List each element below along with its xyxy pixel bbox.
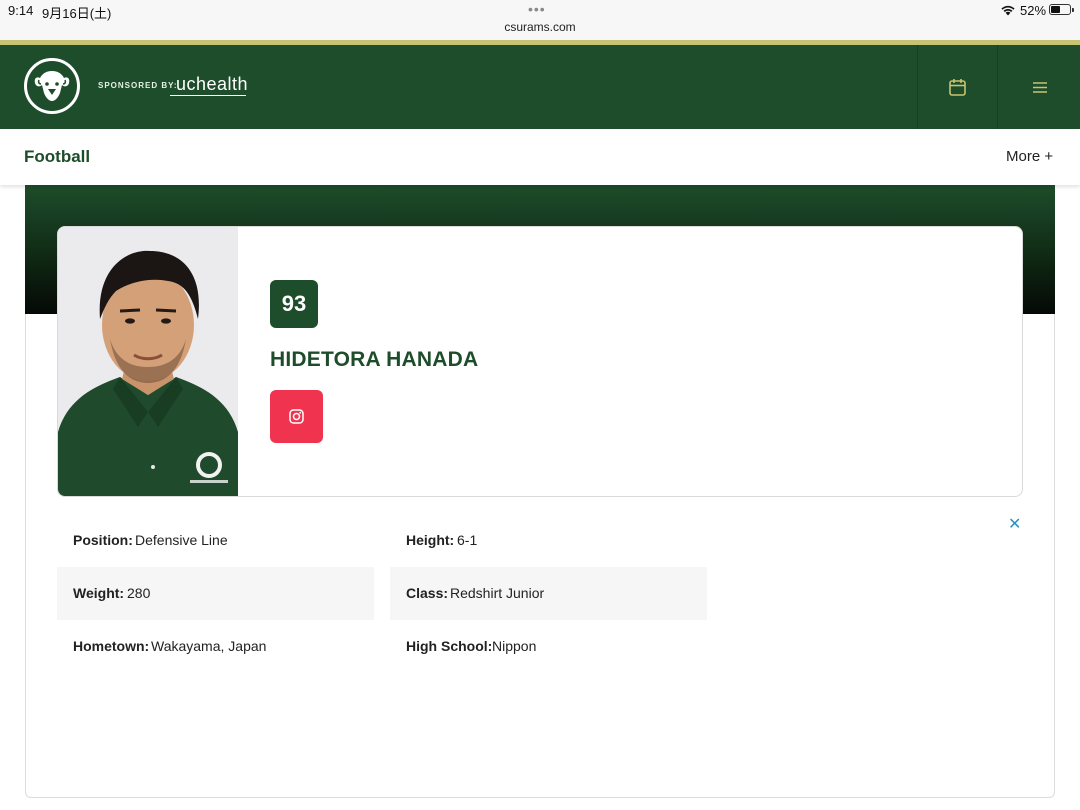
bio-value: 280 bbox=[127, 585, 151, 601]
instagram-icon bbox=[289, 409, 304, 424]
menu-button[interactable] bbox=[997, 45, 1080, 129]
bio-label: Weight: bbox=[73, 585, 125, 601]
multitasking-dots-icon[interactable]: ••• bbox=[528, 1, 546, 17]
sponsor-brand-logo[interactable]: uchealth bbox=[176, 74, 248, 95]
sport-title-link[interactable]: Football bbox=[24, 147, 90, 167]
battery-percent: 52% bbox=[1020, 3, 1047, 18]
sponsor-label: SPONSORED BY: bbox=[98, 81, 178, 90]
bio-label: High School: bbox=[406, 638, 493, 654]
player-profile-card: 93 HIDETORA HANADA bbox=[57, 226, 1023, 497]
site-header: SPONSORED BY: uchealth bbox=[0, 45, 1080, 129]
bio-label: Position: bbox=[73, 532, 133, 548]
calendar-icon bbox=[949, 79, 966, 96]
calendar-button[interactable] bbox=[917, 45, 997, 129]
bio-value: Defensive Line bbox=[135, 532, 228, 548]
more-menu-button[interactable]: More + bbox=[1006, 148, 1053, 165]
bio-label: Class: bbox=[406, 585, 449, 601]
battery-fill bbox=[1051, 6, 1060, 13]
battery-icon bbox=[1049, 4, 1074, 15]
player-headshot bbox=[58, 227, 238, 496]
bio-high-school: High School: Nippon bbox=[390, 620, 707, 673]
bio-height: Height: 6-1 bbox=[390, 514, 707, 567]
bio-weight: Weight: 280 bbox=[57, 567, 374, 620]
bio-position: Position: Defensive Line bbox=[57, 514, 374, 567]
ad-close-icon[interactable]: ✕ bbox=[1008, 514, 1021, 534]
bio-hometown: Hometown: Wakayama, Japan bbox=[57, 620, 374, 673]
bio-value: Wakayama, Japan bbox=[151, 638, 267, 654]
jersey-number-badge: 93 bbox=[270, 280, 318, 328]
bio-label: Hometown: bbox=[73, 638, 150, 654]
bio-class: Class: Redshirt Junior bbox=[390, 567, 707, 620]
bio-label: Height: bbox=[406, 532, 455, 548]
address-url[interactable]: csurams.com bbox=[0, 20, 1080, 34]
sport-subnav: Football More + bbox=[0, 129, 1080, 185]
status-bar: 9:14 9月16日(土) ••• csurams.com 52% bbox=[0, 0, 1080, 40]
status-time: 9:14 bbox=[8, 3, 34, 18]
ram-head-logo[interactable] bbox=[24, 58, 80, 114]
player-name: HIDETORA HANADA bbox=[270, 348, 479, 371]
hamburger-menu-icon bbox=[1033, 82, 1047, 93]
bio-value: Redshirt Junior bbox=[450, 585, 545, 601]
wifi-icon bbox=[1001, 5, 1015, 16]
bio-value: Nippon bbox=[492, 638, 537, 654]
instagram-button[interactable] bbox=[270, 390, 323, 443]
bio-value: 6-1 bbox=[457, 532, 478, 548]
